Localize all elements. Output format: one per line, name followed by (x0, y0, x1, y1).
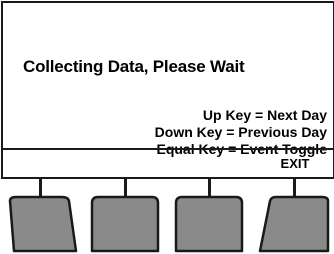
softkey-2-button[interactable] (89, 195, 163, 253)
softkey-4-stem (293, 177, 296, 197)
help-down-key: Down Key = Previous Day (154, 124, 327, 140)
softkey-3-button[interactable] (173, 195, 247, 253)
softkey-3-stem (208, 177, 211, 197)
softkey-4-button[interactable] (258, 195, 334, 253)
softkey-2-stem (124, 177, 127, 197)
status-message: Collecting Data, Please Wait (23, 57, 245, 76)
softkey-1-stem (39, 177, 42, 197)
softkey-4-label: EXIT (280, 156, 310, 171)
help-up-key: Up Key = Next Day (202, 107, 327, 123)
softkey-1-button[interactable] (4, 195, 78, 253)
lcd-display: Collecting Data, Please Wait Up Key = Ne… (1, 1, 334, 179)
softkey-label-bar: EXIT (3, 150, 333, 177)
